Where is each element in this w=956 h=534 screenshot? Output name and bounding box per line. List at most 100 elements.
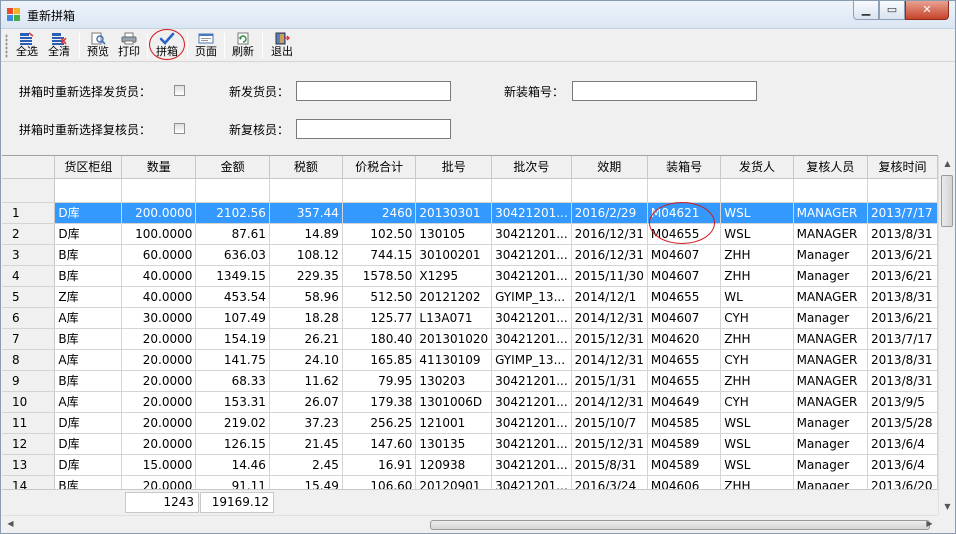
table-cell[interactable]: MANAGER (793, 286, 869, 308)
table-row[interactable]: 7 B库 20.0000 154.19 26.21 180.40 201301020 3042… (2, 328, 938, 350)
table-cell[interactable]: 179.38 (342, 391, 417, 413)
table-cell[interactable]: 2013/6/20 (867, 475, 938, 489)
row-header[interactable]: 3 (2, 244, 56, 266)
table-cell[interactable]: M04607 (647, 244, 722, 266)
table-cell[interactable]: M04589 (647, 454, 722, 476)
table-cell[interactable]: 2014/12/31 (571, 391, 648, 413)
table-cell[interactable]: 130135 (415, 433, 493, 455)
table-cell[interactable]: 107.49 (195, 307, 270, 329)
scroll-up-icon[interactable]: ▲ (939, 159, 956, 168)
table-cell[interactable]: 40.0000 (121, 265, 197, 287)
filter-cell[interactable] (269, 178, 343, 203)
table-cell[interactable]: ZHH (720, 328, 794, 350)
table-cell[interactable]: M04620 (647, 328, 722, 350)
new-box-input[interactable] (572, 81, 757, 101)
row-header[interactable]: 10 (2, 391, 56, 413)
table-cell[interactable]: 30100201 (415, 244, 493, 266)
table-cell[interactable]: 453.54 (195, 286, 270, 308)
table-cell[interactable]: D库 (54, 223, 123, 245)
table-cell[interactable]: 18.28 (269, 307, 343, 329)
column-header[interactable]: 批次号 (491, 156, 572, 179)
maximize-button[interactable]: ▭ (879, 1, 905, 20)
table-row[interactable]: 10 A库 20.0000 153.31 26.07 179.38 1301006D 3042… (2, 391, 938, 413)
table-cell[interactable]: 60.0000 (121, 244, 197, 266)
table-cell[interactable]: B库 (54, 475, 123, 489)
column-header[interactable]: 货区柜组 (54, 156, 123, 179)
table-cell[interactable]: 91.11 (195, 475, 270, 489)
table-cell[interactable]: 30421201... (491, 454, 572, 476)
table-cell[interactable]: 2013/6/21 (867, 244, 938, 266)
row-header[interactable]: 5 (2, 286, 56, 308)
table-cell[interactable]: WSL (720, 223, 794, 245)
scroll-left-icon[interactable]: ◀ (2, 519, 19, 528)
row-header[interactable]: 11 (2, 412, 56, 434)
row-header[interactable]: 2 (2, 223, 56, 245)
table-cell[interactable]: 2013/8/31 (867, 370, 938, 392)
row-header[interactable]: 8 (2, 349, 56, 371)
table-cell[interactable]: D库 (54, 412, 123, 434)
toolbar-grip[interactable] (5, 34, 8, 58)
table-cell[interactable]: 2015/12/31 (571, 328, 648, 350)
table-cell[interactable]: 30421201... (491, 391, 572, 413)
table-cell[interactable]: Manager (793, 412, 869, 434)
table-cell[interactable]: 20.0000 (121, 433, 197, 455)
filter-cell[interactable] (867, 178, 938, 203)
table-cell[interactable]: B库 (54, 370, 123, 392)
table-cell[interactable]: GYIMP_13... (491, 286, 572, 308)
table-cell[interactable]: ZHH (720, 265, 794, 287)
row-header[interactable]: 7 (2, 328, 56, 350)
table-cell[interactable]: 30421201... (491, 202, 572, 224)
table-cell[interactable]: 1349.15 (195, 265, 270, 287)
table-cell[interactable]: 37.23 (269, 412, 343, 434)
table-cell[interactable]: 130203 (415, 370, 493, 392)
table-cell[interactable]: 16.91 (342, 454, 417, 476)
table-cell[interactable]: 2015/8/31 (571, 454, 648, 476)
filter-cell[interactable] (571, 178, 648, 203)
table-cell[interactable]: 2015/1/31 (571, 370, 648, 392)
table-cell[interactable]: 100.0000 (121, 223, 197, 245)
reselect-shipper-checkbox[interactable] (174, 85, 185, 96)
table-cell[interactable]: WSL (720, 202, 794, 224)
table-cell[interactable]: 121001 (415, 412, 493, 434)
table-cell[interactable]: 120938 (415, 454, 493, 476)
filter-cell[interactable] (491, 178, 572, 203)
table-cell[interactable]: MANAGER (793, 370, 869, 392)
table-cell[interactable]: 40.0000 (121, 286, 197, 308)
table-cell[interactable]: A库 (54, 391, 123, 413)
table-cell[interactable]: Manager (793, 454, 869, 476)
table-cell[interactable]: 30421201... (491, 265, 572, 287)
table-cell[interactable]: 2016/12/31 (571, 223, 648, 245)
table-cell[interactable]: M04607 (647, 307, 722, 329)
table-cell[interactable]: CYH (720, 307, 794, 329)
column-header[interactable]: 效期 (571, 156, 648, 179)
table-cell[interactable]: 20130301 (415, 202, 493, 224)
table-cell[interactable]: 1578.50 (342, 265, 417, 287)
table-cell[interactable]: M04585 (647, 412, 722, 434)
table-cell[interactable]: 30421201... (491, 412, 572, 434)
table-cell[interactable]: Manager (793, 265, 869, 287)
table-cell[interactable]: 2013/7/17 (867, 328, 938, 350)
table-cell[interactable]: 20.0000 (121, 475, 197, 489)
new-shipper-input[interactable] (296, 81, 451, 101)
table-cell[interactable]: 14.89 (269, 223, 343, 245)
table-row[interactable]: 8 A库 20.0000 141.75 24.10 165.85 41130109 GYIMP… (2, 349, 938, 371)
column-header[interactable]: 复核时间 (867, 156, 938, 179)
table-cell[interactable]: 180.40 (342, 328, 417, 350)
clear-all-button[interactable]: 全清 (45, 31, 73, 60)
table-cell[interactable]: 30421201... (491, 328, 572, 350)
table-cell[interactable]: 30421201... (491, 433, 572, 455)
table-cell[interactable]: M04621 (647, 202, 722, 224)
table-cell[interactable]: 108.12 (269, 244, 343, 266)
table-cell[interactable]: GYIMP_13... (491, 349, 572, 371)
table-cell[interactable]: X1295 (415, 265, 493, 287)
table-cell[interactable]: 2013/7/17 (867, 202, 938, 224)
table-cell[interactable]: 20120901 (415, 475, 493, 489)
table-cell[interactable]: 153.31 (195, 391, 270, 413)
pack-button[interactable]: 拼箱 (153, 31, 181, 60)
horizontal-scroll-thumb[interactable] (430, 520, 930, 530)
reselect-reviewer-checkbox[interactable] (174, 123, 185, 134)
table-cell[interactable]: 2013/5/28 (867, 412, 938, 434)
table-cell[interactable]: 744.15 (342, 244, 417, 266)
table-cell[interactable]: L13A071 (415, 307, 493, 329)
table-cell[interactable]: 15.0000 (121, 454, 197, 476)
